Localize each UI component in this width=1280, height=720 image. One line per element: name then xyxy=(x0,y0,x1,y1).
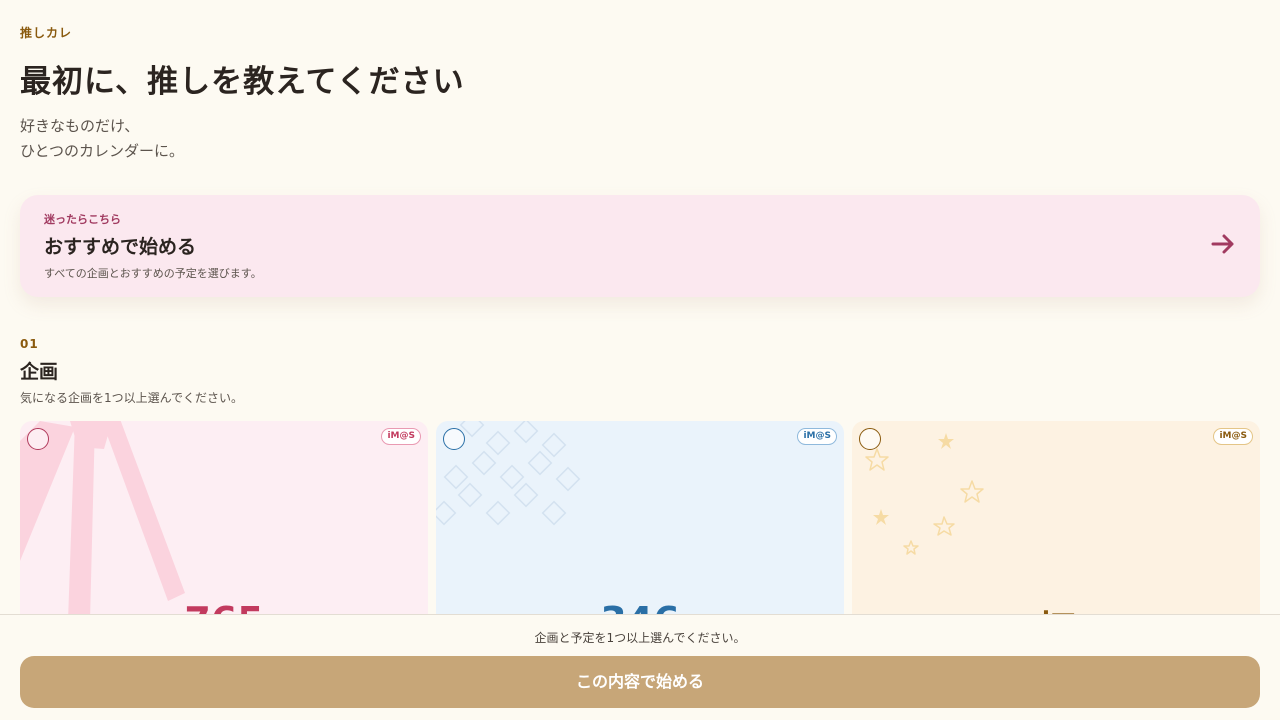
page-title: 最初に、推しを教えてください xyxy=(20,64,465,100)
footer-bar: 企画と予定を1つ以上選んでください。 この内容で始める xyxy=(0,614,1280,720)
start-button[interactable]: この内容で始める xyxy=(20,656,1260,708)
footer-note: 企画と予定を1つ以上選んでください。 xyxy=(534,631,746,645)
subtitle-line: 好きなものだけ、 xyxy=(20,117,140,135)
page-subtitle: 好きなものだけ、 ひとつのカレンダーに。 xyxy=(20,114,184,164)
recommend-title: おすすめで始める xyxy=(44,236,197,258)
select-radio[interactable] xyxy=(859,428,881,450)
recommend-start-card[interactable]: 迷ったらこちら おすすめで始める すべての企画とおすすめの予定を選びます。 xyxy=(20,195,1260,297)
imas-badge: iM@S xyxy=(381,428,421,445)
recommend-description: すべての企画とおすすめの予定を選びます。 xyxy=(44,267,262,280)
select-radio[interactable] xyxy=(443,428,465,450)
section-number: 01 xyxy=(20,337,39,351)
select-radio[interactable] xyxy=(27,428,49,450)
recommend-eyebrow: 迷ったらこちら xyxy=(44,213,121,226)
subtitle-line: ひとつのカレンダーに。 xyxy=(20,142,184,160)
imas-badge: iM@S xyxy=(1213,428,1253,445)
imas-badge: iM@S xyxy=(797,428,837,445)
section-title: 企画 xyxy=(20,361,59,383)
app-name: 推しカレ xyxy=(20,26,73,40)
arrow-right-icon[interactable] xyxy=(1210,231,1236,257)
section-description: 気になる企画を1つ以上選んでください。 xyxy=(20,391,244,405)
